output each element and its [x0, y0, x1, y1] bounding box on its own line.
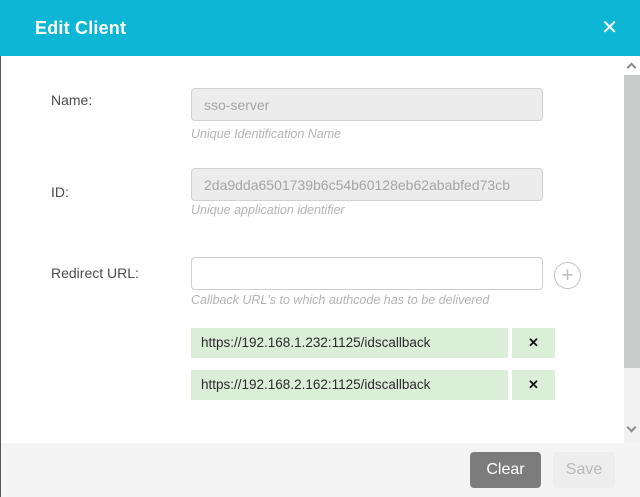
- x-icon: ✕: [528, 335, 539, 350]
- redirect-url-label: Redirect URL:: [51, 265, 139, 281]
- scrollbar-track[interactable]: [624, 368, 640, 443]
- name-input: [191, 88, 543, 121]
- redirect-url-item: https://192.168.2.162:1125/idscallback ✕: [191, 370, 555, 400]
- remove-url-button[interactable]: ✕: [512, 328, 555, 358]
- plus-icon: +: [561, 264, 573, 287]
- id-input: [191, 168, 543, 201]
- redirect-url-item: https://192.168.1.232:1125/idscallback ✕: [191, 328, 555, 358]
- x-icon: ✕: [528, 377, 539, 392]
- name-label: Name:: [51, 92, 92, 108]
- chevron-down-icon: [627, 423, 637, 433]
- redirect-url-value: https://192.168.2.162:1125/idscallback: [191, 370, 508, 400]
- vertical-scrollbar[interactable]: [624, 56, 640, 443]
- dialog-body: Name: Unique Identification Name ID: Uni…: [0, 56, 640, 443]
- scrollbar-thumb[interactable]: [624, 75, 640, 368]
- id-helper-text: Unique application identifier: [191, 203, 345, 217]
- redirect-url-value: https://192.168.1.232:1125/idscallback: [191, 328, 508, 358]
- clear-button[interactable]: Clear: [470, 452, 541, 488]
- close-icon[interactable]: ✕: [595, 16, 624, 40]
- dialog-title: Edit Client: [35, 18, 126, 39]
- id-label: ID:: [51, 184, 69, 200]
- redirect-url-helper-text: Callback URL's to which authcode has to …: [191, 293, 489, 307]
- remove-url-button[interactable]: ✕: [512, 370, 555, 400]
- name-helper-text: Unique Identification Name: [191, 127, 341, 141]
- dialog-header: Edit Client ✕: [0, 0, 640, 56]
- save-button[interactable]: Save: [553, 452, 615, 488]
- redirect-url-input[interactable]: [191, 257, 543, 290]
- edit-client-dialog: Edit Client ✕ Name: Unique Identificatio…: [0, 0, 640, 497]
- scroll-up-button[interactable]: [624, 56, 640, 75]
- add-redirect-url-button[interactable]: +: [554, 262, 581, 289]
- chevron-up-icon: [627, 63, 637, 73]
- dialog-footer: Clear Save: [0, 443, 640, 497]
